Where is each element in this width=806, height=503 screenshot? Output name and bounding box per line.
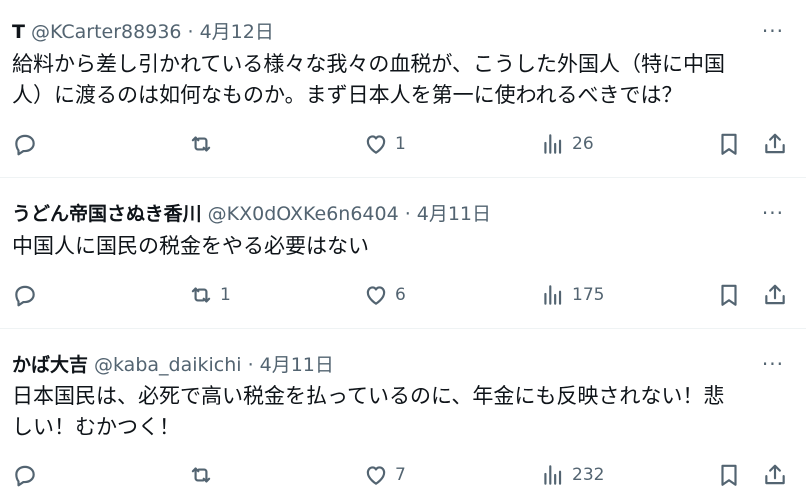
views-count: 232 [572,465,605,485]
share-button[interactable] [762,280,788,310]
retweet-button[interactable]: 1 [188,280,231,310]
author-name[interactable]: うどん帝国さぬき香川 [12,199,202,226]
reply-button[interactable] [12,280,44,310]
views-button[interactable]: 232 [540,460,604,490]
retweet-icon [191,467,211,483]
like-button[interactable]: 1 [363,129,406,159]
bookmark-icon [721,284,737,306]
author-handle[interactable]: @KX0dOXKe6n6404 [208,203,399,225]
tweet-date[interactable]: 4月12日 [200,17,274,44]
action-bar: 1 6 175 [0,280,806,310]
tweet[interactable]: T @KCarter88936 · 4月12日 ··· 給料から差し引かれている… [0,0,806,178]
bookmark-icon [721,464,737,486]
reply-button[interactable] [12,129,44,159]
author-handle[interactable]: @KCarter88936 [31,21,182,43]
share-icon [765,133,785,154]
tweet-text-line: 人）に渡るのは如何なものか。まず日本人を第一に使われるべきでは？ [12,83,683,107]
tweet-header: かば大吉 @kaba_daikichi · 4月11日 [12,350,334,377]
views-count: 175 [572,285,605,305]
author-handle[interactable]: @kaba_daikichi [94,354,242,376]
views-count: 26 [572,134,594,154]
tweet-text-line: 中国人に国民の税金をやる必要はない [12,234,369,258]
tweet-text: 日本国民は、必死で高い税金を払っているのに、年金にも反映されない！悲 しい！むか… [12,381,786,443]
tweet[interactable]: かば大吉 @kaba_daikichi · 4月11日 ··· 日本国民は、必死… [0,329,806,503]
share-button[interactable] [762,460,788,490]
separator: · [247,354,254,376]
views-icon [544,285,562,305]
tweet-header: T @KCarter88936 · 4月12日 [12,17,274,44]
more-options-icon[interactable]: ··· [762,21,784,41]
tweet-text: 中国人に国民の税金をやる必要はない [12,231,786,262]
bookmark-button[interactable] [716,460,742,490]
share-icon [765,464,785,485]
reply-icon [15,465,35,487]
author-name[interactable]: かば大吉 [12,350,88,377]
like-button[interactable]: 7 [363,460,406,490]
bookmark-button[interactable] [716,280,742,310]
tweet[interactable]: うどん帝国さぬき香川 @KX0dOXKe6n6404 · 4月11日 ··· 中… [0,178,806,329]
retweet-button[interactable] [188,129,220,159]
tweet-header: うどん帝国さぬき香川 @KX0dOXKe6n6404 · 4月11日 [12,199,491,226]
reply-button[interactable] [12,460,44,490]
tweet-text-line: 日本国民は、必死で高い税金を払っているのに、年金にも反映されない！悲 [12,384,725,408]
heart-icon [366,466,386,485]
views-button[interactable]: 175 [540,280,604,310]
bookmark-icon [721,133,737,155]
share-button[interactable] [762,129,788,159]
retweet-count: 1 [220,285,231,305]
tweet-text: 給料から差し引かれている様々な我々の血税が、こうした外国人（特に中国 人）に渡る… [12,49,786,111]
action-bar: 1 26 [0,129,806,159]
share-icon [765,284,785,305]
heart-icon [366,286,386,305]
reply-feed: T @KCarter88936 · 4月12日 ··· 給料から差し引かれている… [0,0,806,503]
more-options-icon[interactable]: ··· [762,354,784,374]
like-count: 7 [395,465,406,485]
like-button[interactable]: 6 [363,280,406,310]
retweet-icon [191,136,211,152]
tweet-date[interactable]: 4月11日 [417,199,491,226]
views-button[interactable]: 26 [540,129,594,159]
heart-icon [366,135,386,154]
reply-icon [15,285,35,307]
views-icon [544,134,562,154]
retweet-icon [191,287,211,303]
author-name[interactable]: T [12,21,25,43]
bookmark-button[interactable] [716,129,742,159]
action-bar: 7 232 [0,460,806,490]
like-count: 6 [395,285,406,305]
views-icon [544,465,562,485]
separator: · [187,21,194,43]
separator: · [404,203,411,225]
reply-icon [15,134,35,156]
like-count: 1 [395,134,406,154]
tweet-text-line: しい！むかつく！ [12,415,180,439]
tweet-text-line: 給料から差し引かれている様々な我々の血税が、こうした外国人（特に中国 [12,52,725,76]
retweet-button[interactable] [188,460,220,490]
tweet-date[interactable]: 4月11日 [260,350,334,377]
more-options-icon[interactable]: ··· [762,203,784,223]
